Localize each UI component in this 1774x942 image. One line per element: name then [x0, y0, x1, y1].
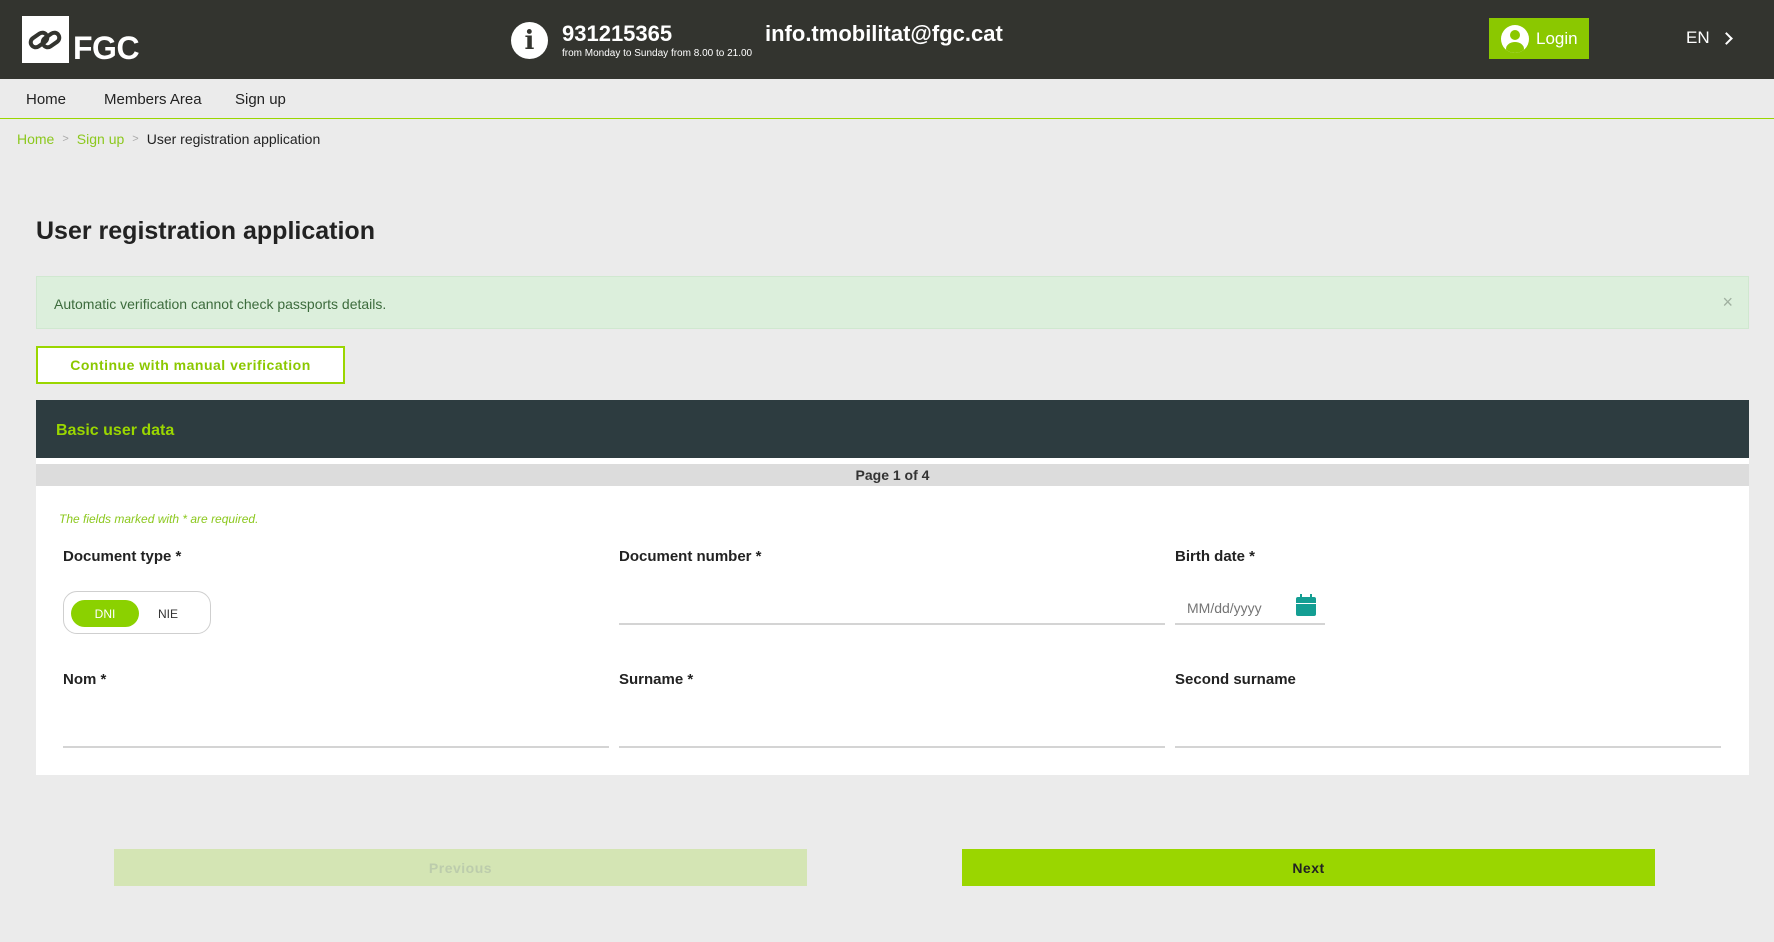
- main-nav: Home Members Area Sign up: [0, 79, 1774, 119]
- phone-number[interactable]: 931215365: [562, 21, 672, 47]
- breadcrumb-current: User registration application: [146, 131, 321, 147]
- previous-button[interactable]: Previous: [114, 849, 807, 886]
- login-label: Login: [1536, 28, 1578, 48]
- top-header: FGC i 931215365 from Monday to Sunday fr…: [0, 0, 1774, 79]
- contact-email[interactable]: info.tmobilitat@fgc.cat: [765, 21, 1003, 47]
- breadcrumb: Home > Sign up > User registration appli…: [17, 131, 320, 147]
- surname-label: Surname *: [619, 671, 694, 688]
- breadcrumb-sign-up[interactable]: Sign up: [77, 131, 124, 147]
- nav-item-sign-up[interactable]: Sign up: [235, 91, 286, 108]
- language-label: EN: [1686, 28, 1710, 47]
- info-icon: i: [511, 22, 548, 59]
- nom-input[interactable]: [63, 746, 609, 748]
- page-indicator: Page 1 of 4: [36, 464, 1749, 486]
- document-type-toggle: DNI NIE: [63, 591, 211, 634]
- document-number-label: Document number *: [619, 548, 762, 565]
- breadcrumb-separator: >: [62, 133, 69, 145]
- required-fields-note: The fields marked with * are required.: [59, 512, 259, 526]
- fgc-logo-mark: [22, 16, 69, 63]
- panel-header: Basic user data: [36, 400, 1749, 458]
- close-icon[interactable]: ×: [1722, 292, 1733, 313]
- nav-item-home[interactable]: Home: [26, 91, 66, 108]
- panel-title: Basic user data: [56, 422, 175, 439]
- birth-date-label: Birth date *: [1175, 548, 1256, 565]
- surname-input[interactable]: [619, 746, 1165, 748]
- basic-user-data-panel: Basic user data Page 1 of 4 The fields m…: [36, 400, 1749, 775]
- chevron-right-icon: [1719, 31, 1733, 45]
- birth-date-input[interactable]: [1187, 600, 1287, 616]
- second-surname-input[interactable]: [1175, 746, 1721, 748]
- document-number-input[interactable]: [619, 623, 1165, 625]
- info-alert: Automatic verification cannot check pass…: [36, 276, 1749, 329]
- birth-date-underline: [1175, 623, 1325, 625]
- manual-verification-button[interactable]: Continue with manual verification: [36, 346, 345, 384]
- next-button[interactable]: Next: [962, 849, 1655, 886]
- opening-hours: from Monday to Sunday from 8.00 to 21.00: [562, 48, 753, 59]
- page-title: User registration application: [36, 217, 375, 245]
- nav-item-members-area[interactable]: Members Area: [104, 91, 202, 108]
- fgc-logo[interactable]: FGC: [22, 16, 140, 66]
- user-icon: [1501, 24, 1529, 53]
- alert-message: Automatic verification cannot check pass…: [54, 296, 387, 312]
- logo-text: FGC: [73, 30, 140, 66]
- breadcrumb-home[interactable]: Home: [17, 131, 54, 147]
- document-type-option-nie[interactable]: NIE: [134, 600, 202, 627]
- breadcrumb-separator: >: [132, 133, 139, 145]
- document-type-option-dni[interactable]: DNI: [71, 600, 139, 627]
- document-type-label: Document type *: [63, 548, 182, 565]
- login-button[interactable]: Login: [1489, 18, 1589, 59]
- nom-label: Nom *: [63, 671, 107, 688]
- calendar-icon[interactable]: [1296, 594, 1316, 616]
- second-surname-label: Second surname: [1175, 671, 1296, 688]
- language-selector[interactable]: EN: [1686, 28, 1733, 48]
